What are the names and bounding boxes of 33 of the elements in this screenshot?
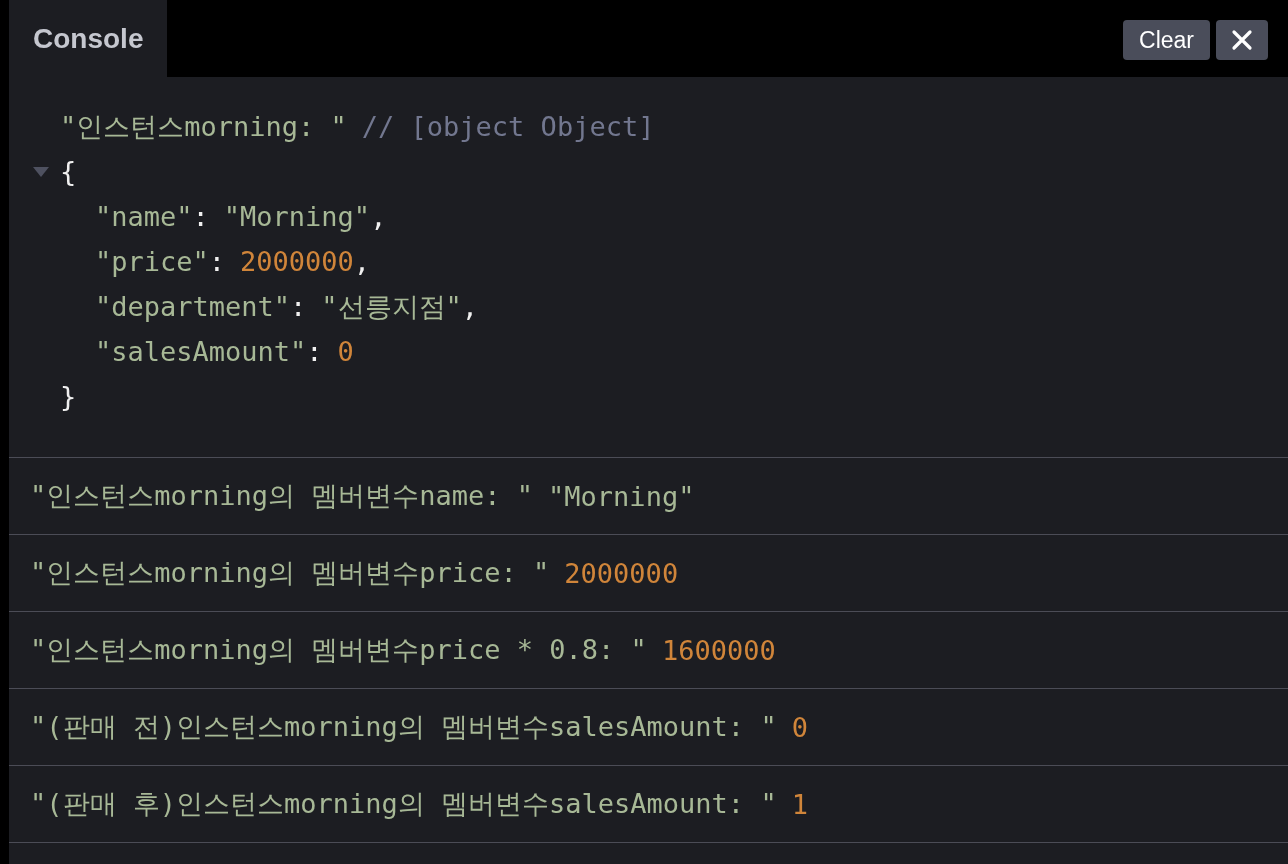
property-value: "선릉지점" [321, 289, 462, 324]
property-key: "salesAmount" [95, 336, 307, 367]
colon: : [306, 336, 323, 367]
log-text: "인스턴스morning의 멤버변수price: " [30, 556, 550, 590]
property-value: 0 [337, 336, 354, 367]
comma: , [353, 246, 371, 277]
log-text: "(판매 전)인스턴스morning의 멤버변수salesAmount: " [30, 710, 777, 744]
colon: : [290, 291, 307, 322]
brace: { [60, 156, 77, 187]
log-text: 1600000 [661, 634, 776, 666]
log-text: "(판매 후)인스턴스morning의 멤버변수salesAmount: " [30, 787, 777, 821]
clear-button[interactable]: Clear [1123, 20, 1210, 60]
property-key: "department" [95, 291, 291, 322]
log-text: 2000000 [564, 557, 679, 589]
comma: , [370, 201, 387, 232]
close-button[interactable] [1216, 20, 1268, 60]
console-tab[interactable]: Console [9, 0, 168, 77]
log-text: "인스턴스morning의 멤버변수price * 0.8: " [30, 633, 647, 667]
brace: } [60, 381, 77, 412]
log-text: 1 [791, 788, 808, 820]
close-icon [1231, 29, 1253, 51]
property-key: "name" [95, 201, 193, 232]
colon: : [208, 246, 226, 277]
log-label: "인스턴스morning: " [60, 109, 347, 144]
property-value: "Morning" [223, 201, 371, 232]
log-comment: // [object Object] [361, 111, 655, 142]
log-text: "Morning" [548, 480, 695, 512]
property-value: 2000000 [240, 246, 354, 277]
log-text: "인스턴스morning의 멤버변수name: " [30, 479, 534, 513]
log-text: 0 [791, 711, 808, 743]
colon: : [192, 201, 209, 232]
comma: , [461, 291, 479, 322]
property-key: "price" [95, 246, 209, 277]
